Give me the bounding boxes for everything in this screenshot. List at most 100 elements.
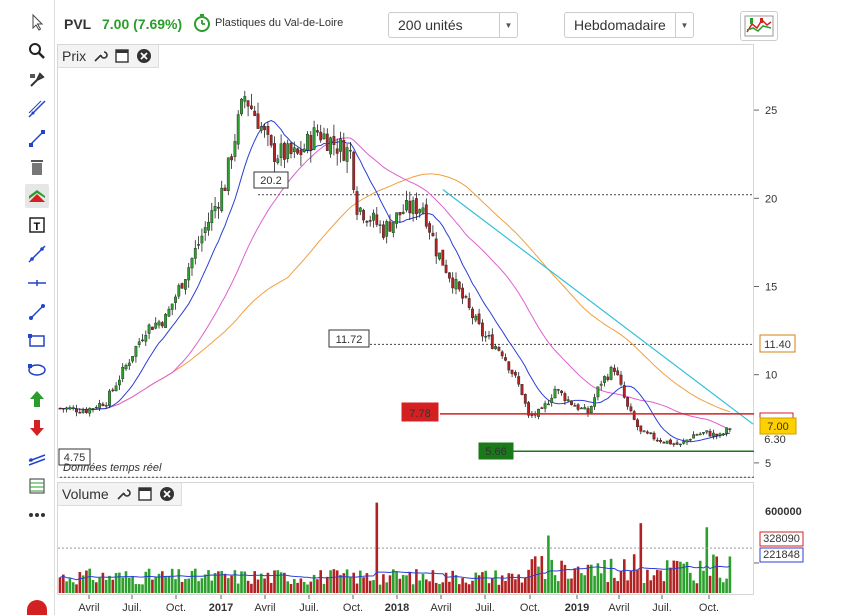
date-axis-label: Avril bbox=[430, 602, 451, 614]
candle-body bbox=[117, 379, 121, 386]
volume-bar bbox=[434, 582, 438, 593]
candle-body bbox=[418, 209, 422, 214]
volume-bar bbox=[395, 571, 398, 593]
volume-bar bbox=[712, 554, 715, 593]
candle-body bbox=[177, 285, 181, 297]
price-axis-label: 25 bbox=[765, 105, 777, 117]
candle-body bbox=[111, 389, 115, 392]
candle-body bbox=[223, 187, 227, 191]
candle-body bbox=[378, 224, 382, 226]
volume-bar bbox=[547, 535, 550, 593]
candle-body bbox=[385, 221, 389, 237]
candle-body bbox=[193, 248, 197, 259]
volume-bar bbox=[326, 576, 329, 593]
volume-bar bbox=[425, 579, 428, 593]
volume-bar bbox=[309, 581, 313, 593]
volume-bar bbox=[322, 583, 326, 593]
candle-body bbox=[88, 407, 92, 414]
chart-canvas[interactable]: 25201510520.211.727.785.664.7511.407.006… bbox=[0, 0, 863, 615]
volume-bar bbox=[550, 559, 553, 593]
candle-body bbox=[302, 148, 306, 153]
candle-body bbox=[345, 147, 349, 162]
volume-bar bbox=[184, 578, 187, 593]
candle-body bbox=[593, 397, 597, 407]
candle-body bbox=[365, 221, 369, 223]
label-778: 7.78 bbox=[409, 408, 430, 420]
candle-body bbox=[662, 442, 666, 444]
candle-body bbox=[622, 385, 626, 398]
candle-body bbox=[157, 321, 161, 326]
volume-bar bbox=[725, 578, 728, 593]
volume-bar bbox=[646, 569, 649, 593]
volume-bar bbox=[65, 581, 68, 593]
candle-body bbox=[467, 298, 471, 308]
volume-bar bbox=[104, 579, 108, 593]
date-axis-label: Oct. bbox=[166, 602, 186, 614]
volume-bar bbox=[454, 574, 458, 593]
candle-body bbox=[210, 210, 214, 224]
candle-body bbox=[104, 405, 108, 407]
volume-bar bbox=[583, 575, 586, 593]
candle-body bbox=[114, 385, 118, 392]
volume-bar bbox=[596, 563, 600, 593]
candle-body bbox=[283, 142, 286, 160]
candle-body bbox=[203, 227, 207, 234]
candle-body bbox=[71, 407, 75, 409]
volume-bar bbox=[342, 573, 346, 593]
volume-bar bbox=[471, 580, 474, 593]
volume-bar bbox=[698, 560, 702, 593]
candle-body bbox=[448, 272, 451, 279]
volume-bar bbox=[95, 582, 98, 593]
candle-body bbox=[649, 432, 653, 434]
volume-bar bbox=[293, 578, 296, 593]
volume-bar bbox=[398, 578, 402, 593]
candle-body bbox=[434, 238, 438, 257]
candle-body bbox=[216, 206, 220, 209]
candle-body bbox=[530, 414, 534, 416]
candle-body bbox=[728, 428, 732, 430]
volume-bar bbox=[507, 573, 511, 593]
candle-body bbox=[629, 406, 633, 412]
volume-bar bbox=[167, 576, 171, 593]
candle-body bbox=[292, 147, 296, 153]
volume-bar bbox=[408, 571, 412, 593]
candle-body bbox=[134, 346, 138, 357]
volume-bar bbox=[151, 579, 154, 593]
volume-bar bbox=[632, 554, 636, 593]
candle-body bbox=[580, 407, 583, 410]
candle-body bbox=[319, 131, 323, 141]
candle-body bbox=[609, 367, 613, 380]
volume-bar bbox=[392, 569, 395, 593]
volume-bar bbox=[253, 571, 256, 593]
candle-body bbox=[685, 439, 689, 443]
candle-body bbox=[560, 390, 564, 394]
candle-body bbox=[540, 407, 544, 409]
candle-body bbox=[108, 390, 111, 406]
right-badge-700: 7.00 bbox=[767, 421, 788, 433]
candle-body bbox=[58, 407, 62, 410]
candle-body bbox=[81, 410, 85, 413]
volume-bar bbox=[213, 572, 217, 593]
candle-body bbox=[566, 399, 570, 401]
candle-body bbox=[160, 322, 164, 327]
candle-body bbox=[547, 403, 550, 406]
volume-bar bbox=[692, 580, 695, 593]
price-axis-label: 15 bbox=[765, 281, 777, 293]
candle-body bbox=[322, 133, 326, 139]
candle-body bbox=[454, 279, 458, 290]
date-axis-label: Avril bbox=[78, 602, 99, 614]
candle-body bbox=[415, 198, 418, 215]
candle-body bbox=[589, 405, 593, 414]
right-badge-vol1: 328090 bbox=[763, 533, 800, 545]
candle-body bbox=[141, 339, 144, 342]
candle-body bbox=[352, 151, 356, 190]
volume-bar bbox=[609, 558, 613, 593]
volume-bar bbox=[141, 584, 144, 593]
volume-bar bbox=[203, 574, 207, 593]
date-axis-label: Avril bbox=[254, 602, 275, 614]
candle-body bbox=[249, 105, 253, 109]
volume-bar bbox=[260, 573, 263, 593]
date-axis-label: 2017 bbox=[209, 602, 233, 614]
candle-body bbox=[553, 388, 557, 399]
price-axis-label: 10 bbox=[765, 370, 777, 382]
